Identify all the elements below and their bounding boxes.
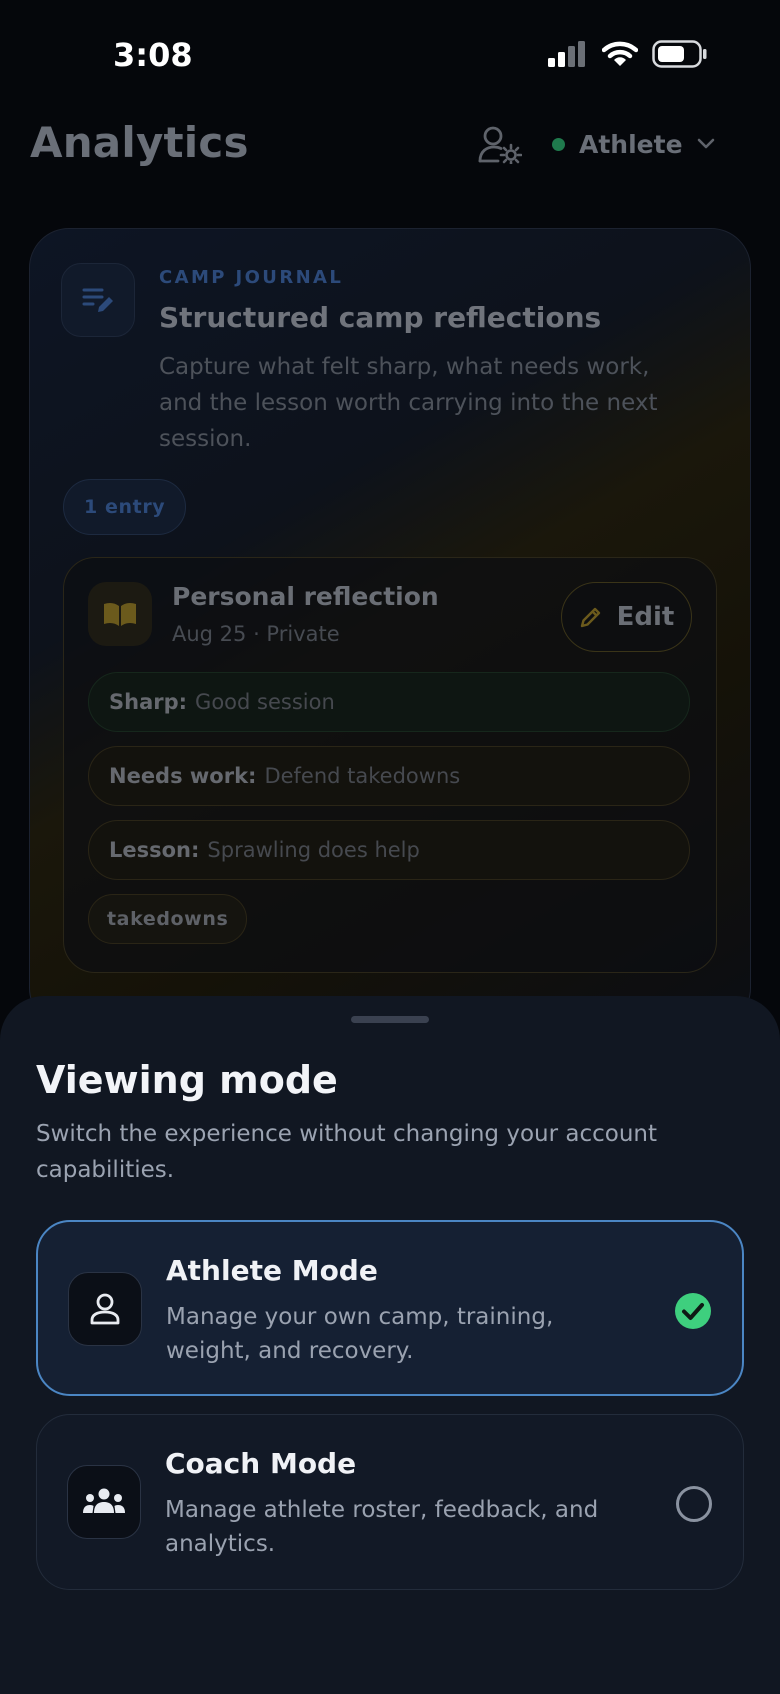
athlete-icon-box	[68, 1272, 142, 1346]
header: Analytics Athlete	[0, 112, 780, 176]
athlete-mode-option[interactable]: Athlete Mode Manage your own camp, train…	[36, 1220, 744, 1396]
profile-settings-button[interactable]	[478, 126, 523, 167]
active-status-dot	[552, 137, 565, 151]
chevron-down-icon	[697, 138, 714, 149]
cellular-signal-icon	[548, 41, 585, 67]
coach-mode-option[interactable]: Coach Mode Manage athlete roster, feedba…	[36, 1414, 744, 1590]
journal-kicker: CAMP JOURNAL	[159, 267, 344, 288]
status-bar: 3:08	[0, 0, 780, 110]
sharp-key: Sharp:	[109, 690, 188, 714]
user-settings-icon	[478, 126, 523, 167]
reflection-meta: Aug 25 · Private	[172, 622, 340, 646]
sharp-value: Good session	[195, 690, 335, 714]
open-book-icon	[104, 602, 136, 626]
mode-switch-button[interactable]: Athlete	[552, 122, 715, 166]
edit-button[interactable]: Edit	[561, 582, 692, 652]
coach-mode-title: Coach Mode	[165, 1447, 357, 1480]
status-icons	[548, 40, 708, 68]
status-time: 3:08	[113, 36, 193, 74]
notes-edit-icon	[82, 288, 113, 312]
battery-icon	[652, 40, 707, 68]
lesson-note: Lesson: Sprawling does help	[88, 820, 690, 880]
lesson-key: Lesson:	[109, 838, 200, 862]
needs-work-key: Needs work:	[109, 764, 257, 788]
pencil-icon	[580, 607, 600, 628]
sheet-subtitle: Switch the experience without changing y…	[36, 1121, 657, 1183]
mode-label: Athlete	[579, 129, 683, 159]
radio-empty-icon	[676, 1486, 712, 1522]
viewing-mode-sheet: Viewing mode Switch the experience witho…	[0, 996, 780, 1694]
sheet-grabber[interactable]	[351, 1016, 429, 1023]
entry-count-badge: 1 entry	[63, 479, 187, 535]
coach-icon-box	[67, 1465, 141, 1539]
journal-description: Capture what felt sharp, what needs work…	[159, 354, 658, 452]
athlete-mode-description: Manage your own camp, training, weight, …	[166, 1304, 554, 1364]
wifi-icon	[602, 41, 638, 66]
edit-label: Edit	[616, 602, 675, 632]
athlete-mode-title: Athlete Mode	[166, 1254, 378, 1287]
needs-work-value: Defend takedowns	[264, 764, 461, 788]
tag-chip[interactable]: takedowns	[88, 894, 248, 944]
analytics-screen: 3:08 Analytics Athlete CAMP JOURNAL Stru…	[0, 0, 780, 1694]
lesson-value: Sprawling does help	[207, 838, 420, 862]
journal-title: Structured camp reflections	[159, 301, 602, 334]
sheet-title: Viewing mode	[36, 1058, 338, 1102]
user-icon	[90, 1293, 120, 1325]
check-circle-icon	[675, 1293, 711, 1329]
journal-icon-box	[61, 263, 135, 337]
reflection-entry-card[interactable]: Personal reflection Aug 25 · Private Edi…	[63, 557, 717, 973]
camp-journal-card: CAMP JOURNAL Structured camp reflections…	[29, 228, 751, 1028]
coach-mode-description: Manage athlete roster, feedback, and ana…	[165, 1497, 599, 1557]
needs-work-note: Needs work: Defend takedowns	[88, 746, 690, 806]
page-title: Analytics	[30, 118, 249, 167]
reflection-title: Personal reflection	[172, 582, 439, 611]
sharp-note: Sharp: Good session	[88, 672, 690, 732]
team-icon	[83, 1488, 125, 1513]
book-icon-box	[88, 582, 152, 646]
